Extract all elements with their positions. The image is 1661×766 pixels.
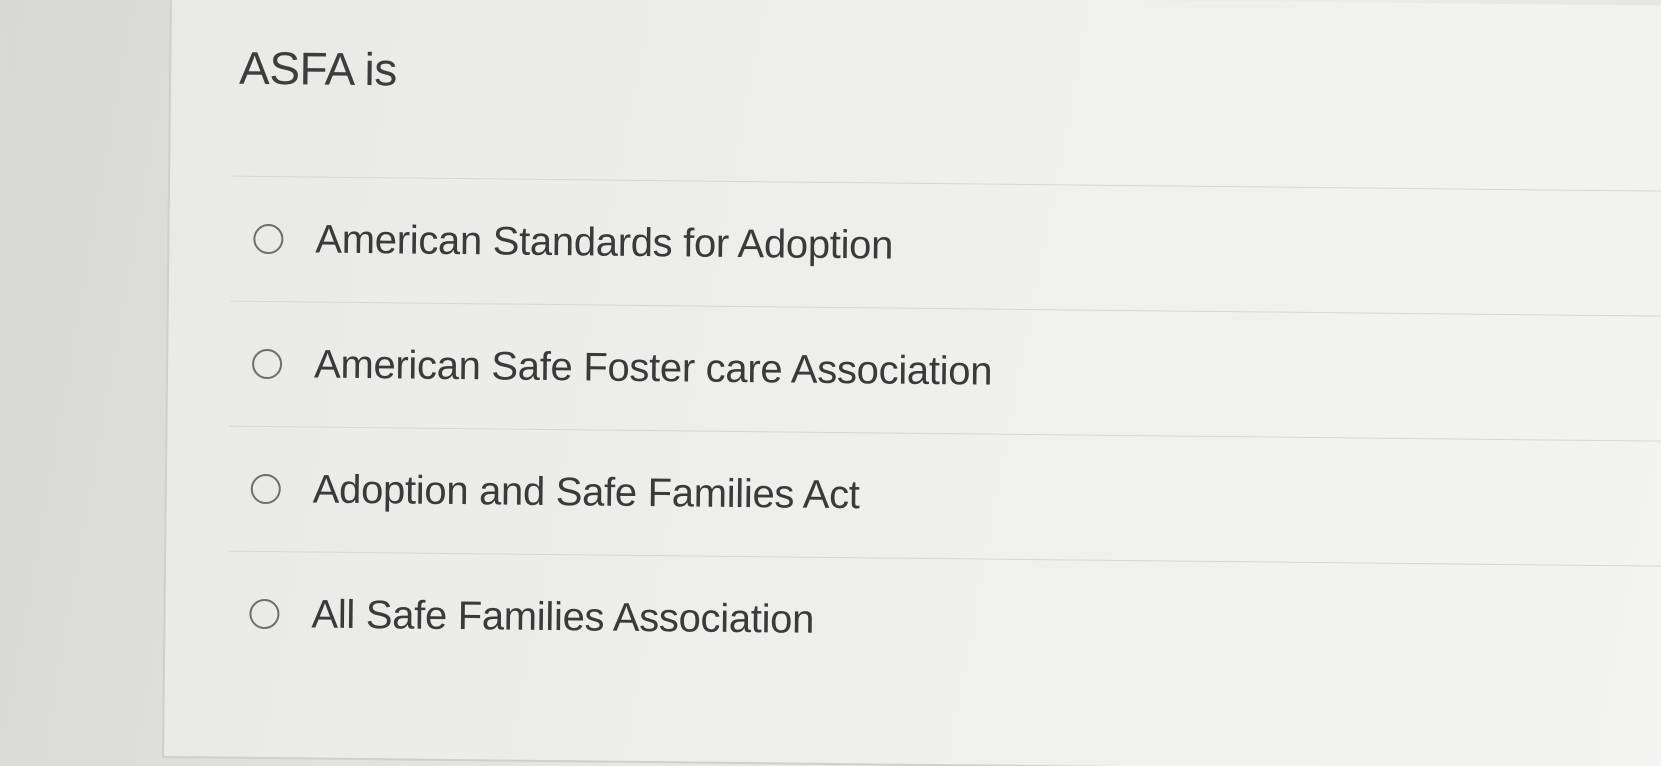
question-text: ASFA is bbox=[238, 41, 398, 96]
answer-option[interactable]: All Safe Families Association bbox=[226, 550, 1661, 691]
quiz-question-card: ASFA is American Standards for Adoption … bbox=[161, 0, 1661, 766]
radio-button-icon[interactable] bbox=[249, 598, 280, 630]
answer-option-label: American Safe Foster care Association bbox=[313, 342, 993, 394]
answer-option-label: Adoption and Safe Families Act bbox=[312, 467, 860, 517]
radio-button-icon[interactable] bbox=[250, 473, 281, 505]
answer-option[interactable]: Adoption and Safe Families Act bbox=[228, 425, 1661, 566]
answer-option[interactable]: American Safe Foster care Association bbox=[229, 300, 1661, 441]
radio-button-icon[interactable] bbox=[253, 223, 284, 255]
answer-option-label: American Standards for Adoption bbox=[315, 217, 894, 268]
answer-option-label: All Safe Families Association bbox=[311, 592, 815, 642]
answer-option[interactable]: American Standards for Adoption bbox=[230, 175, 1661, 316]
answer-options: American Standards for Adoption American… bbox=[226, 175, 1661, 691]
radio-button-icon[interactable] bbox=[251, 348, 283, 380]
